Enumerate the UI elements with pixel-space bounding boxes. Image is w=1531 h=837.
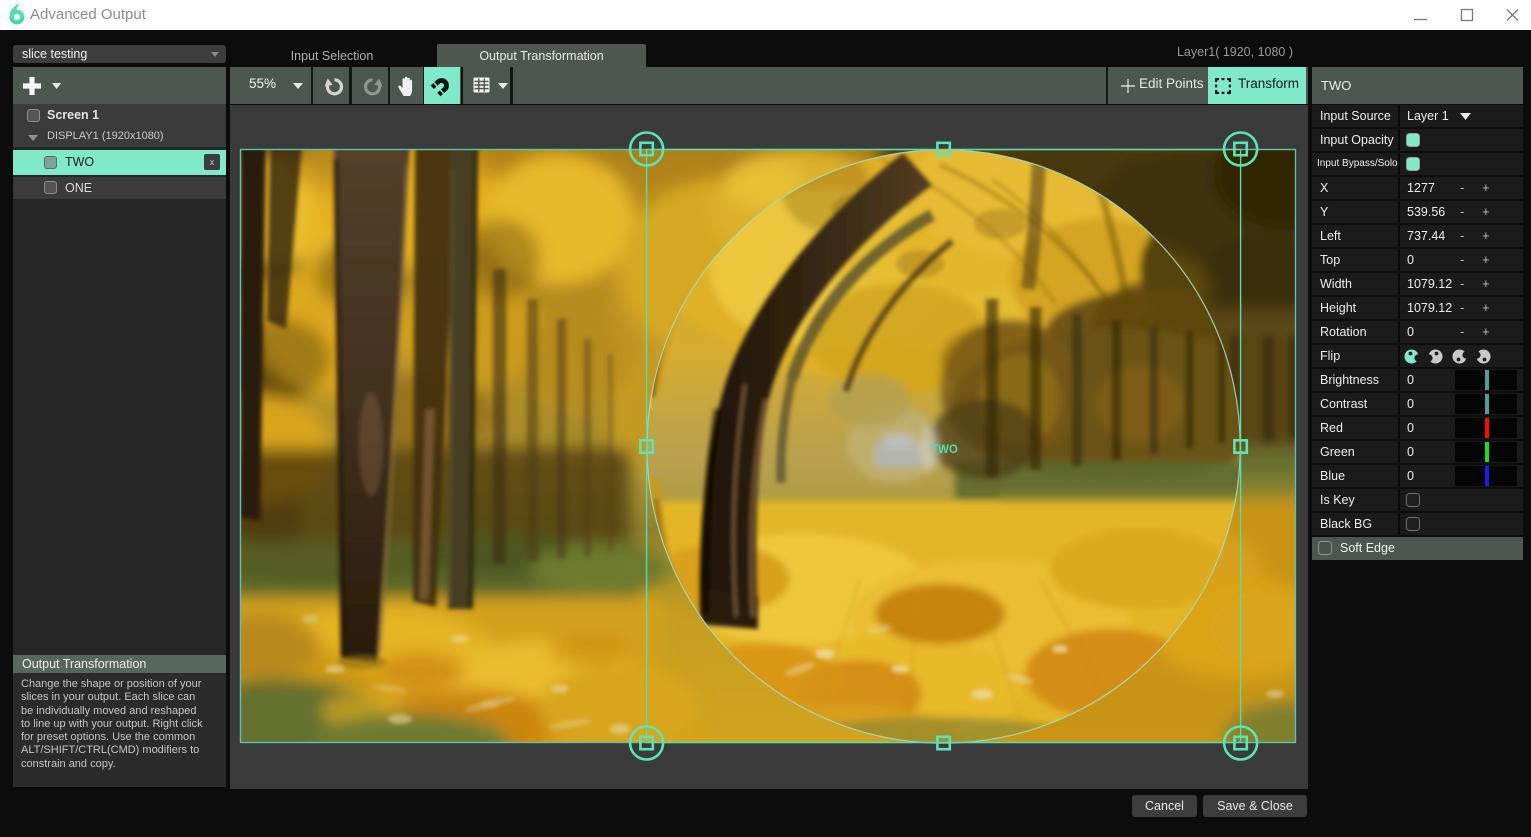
svg-text:TWO: TWO [931,444,958,456]
